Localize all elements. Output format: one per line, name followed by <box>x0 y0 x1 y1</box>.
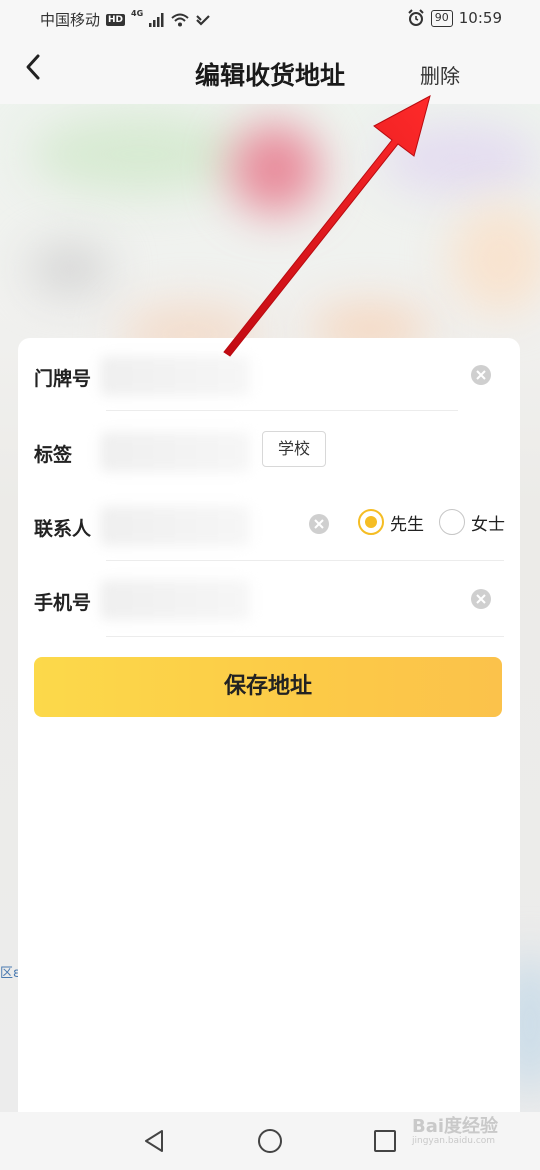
phone-label: 手机号 <box>34 592 92 614</box>
back-triangle-icon[interactable] <box>140 1126 170 1156</box>
baidu-watermark: Bai度经验 jingyan.baidu.com <box>412 1112 498 1146</box>
recents-square-icon[interactable] <box>370 1126 400 1156</box>
network-type: 4G <box>131 9 144 18</box>
top-navigation-bar: 编辑收货地址 删除 <box>0 38 540 104</box>
watermark-url: jingyan.baidu.com <box>412 1136 496 1146</box>
phone-row: 手机号 <box>18 562 520 638</box>
tag-options-blurred[interactable] <box>100 432 250 472</box>
map-blur-pin <box>230 124 320 214</box>
clear-phone-icon[interactable] <box>470 588 492 610</box>
gender-ms-label: 女士 <box>471 514 505 535</box>
contact-label: 联系人 <box>34 518 92 540</box>
address-form-card: 门牌号 标签 学校 联系人 先生 女士 手机号 保存地址 <box>18 338 520 1112</box>
tag-school-button[interactable]: 学校 <box>262 431 326 467</box>
door-number-row: 门牌号 <box>18 338 520 412</box>
phone-input[interactable] <box>100 580 250 620</box>
map-blur-purple <box>380 124 540 194</box>
tag-label: 标签 <box>34 444 73 466</box>
clear-contact-icon[interactable] <box>308 513 330 535</box>
clear-door-number-icon[interactable] <box>470 364 492 386</box>
map-blur-orange-3 <box>450 204 540 314</box>
gender-radio-ms[interactable]: 女士 <box>439 509 505 535</box>
status-bar: 中国移动 HD 4G 90 10:59 <box>0 0 540 38</box>
alarm-icon <box>408 9 424 26</box>
save-address-button[interactable]: 保存地址 <box>34 657 502 717</box>
watermark-brand: Bai度经验 <box>412 1116 499 1137</box>
contact-row: 联系人 先生 女士 <box>18 488 520 562</box>
battery-level: 90 <box>430 9 453 27</box>
radio-checked-icon <box>358 509 384 535</box>
contact-name-input[interactable] <box>100 506 250 546</box>
clock-time: 10:59 <box>458 9 502 27</box>
wifi-icon <box>171 13 189 26</box>
signal-icon <box>149 12 164 27</box>
tag-row: 标签 学校 <box>18 412 520 488</box>
data-saver-icon <box>196 14 210 26</box>
hd-icon: HD <box>106 13 126 26</box>
door-number-divider <box>106 410 458 411</box>
map-blur-green <box>30 114 250 194</box>
home-circle-icon[interactable] <box>255 1126 285 1156</box>
door-number-label: 门牌号 <box>34 368 92 390</box>
map-blur-gray <box>30 244 110 294</box>
gender-mr-label: 先生 <box>390 514 424 535</box>
carrier-name: 中国移动 <box>40 11 101 29</box>
gender-radio-mr[interactable]: 先生 <box>358 509 424 535</box>
phone-divider <box>106 636 504 637</box>
door-number-input[interactable] <box>100 356 250 396</box>
delete-button[interactable]: 删除 <box>420 60 460 89</box>
contact-divider <box>106 560 504 561</box>
radio-unchecked-icon <box>439 509 465 535</box>
